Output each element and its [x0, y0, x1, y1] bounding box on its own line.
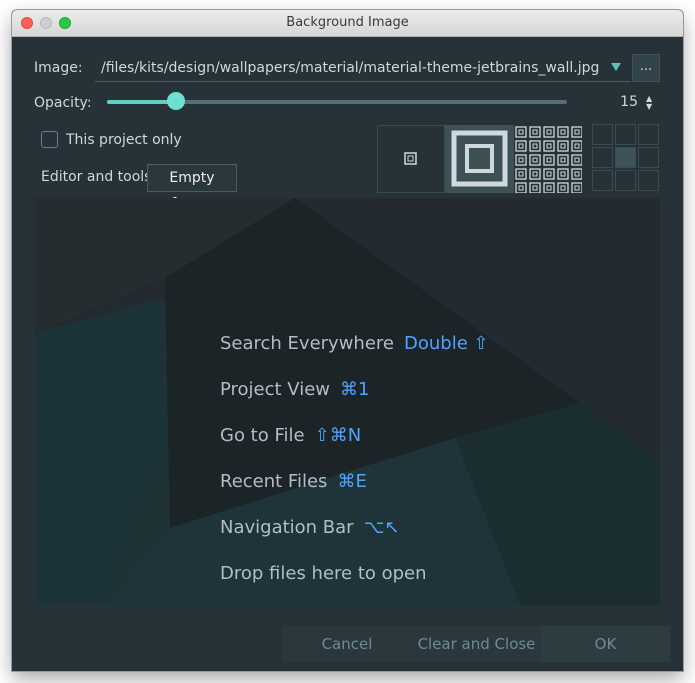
window-title: Background Image [286, 15, 409, 30]
opacity-slider[interactable] [107, 92, 567, 110]
anchor-top-center[interactable] [615, 124, 636, 145]
opacity-slider-thumb[interactable] [167, 92, 185, 110]
navigation-bar-hint: Navigation Bar ⌥↖ [220, 517, 399, 538]
fill-center-option[interactable] [377, 125, 445, 193]
hint-label: Project View [220, 379, 331, 400]
anchor-bottom-right[interactable] [638, 170, 659, 191]
opacity-slider-fill [107, 100, 176, 104]
spinner-down-icon[interactable]: ▼ [646, 103, 652, 111]
hint-shortcut: ⌘E [337, 471, 367, 492]
wallpaper-image [35, 198, 660, 605]
anchor-top-left[interactable] [592, 124, 613, 145]
anchor-top-right[interactable] [638, 124, 659, 145]
image-label: Image: [34, 60, 83, 76]
anchor-bottom-center[interactable] [615, 170, 636, 191]
browse-button[interactable]: ... [632, 54, 660, 82]
go-to-file-hint: Go to File ⇧⌘N [220, 425, 361, 446]
this-project-only-label: This project only [66, 132, 182, 148]
project-view-hint: Project View ⌘1 [220, 379, 369, 400]
hint-label: Search Everywhere [220, 333, 394, 354]
this-project-only-checkbox[interactable] [41, 131, 58, 148]
hint-shortcut: Double ⇧ [404, 333, 489, 354]
anchor-middle-right[interactable] [638, 147, 659, 168]
opacity-label: Opacity: [34, 95, 92, 111]
image-path-value: /files/kits/design/wallpapers/material/m… [101, 60, 600, 76]
ok-button[interactable]: OK [541, 626, 670, 662]
anchor-center[interactable] [615, 147, 636, 168]
hint-label: Drop files here to open [220, 563, 427, 584]
hint-label: Go to File [220, 425, 305, 446]
title-bar: Background Image [12, 10, 683, 37]
cancel-button[interactable]: Cancel [282, 626, 412, 662]
hint-label: Navigation Bar [220, 517, 354, 538]
drop-files-hint: Drop files here to open [220, 563, 427, 584]
hint-label: Recent Files [220, 471, 328, 492]
fill-tile-option[interactable] [514, 125, 582, 193]
editor-and-tools-tab[interactable]: Editor and tools [41, 169, 151, 185]
hint-shortcut: ⇧⌘N [314, 425, 362, 446]
image-path-combobox[interactable]: /files/kits/design/wallpapers/material/m… [95, 56, 631, 82]
clear-and-close-button[interactable]: Clear and Close [412, 626, 541, 662]
anchor-position-grid [592, 124, 661, 193]
fill-scale-option[interactable] [445, 125, 514, 193]
opacity-spinner[interactable]: ▲ ▼ [646, 95, 652, 111]
tile-fill-icon [514, 125, 582, 193]
recent-files-hint: Recent Files ⌘E [220, 471, 367, 492]
opacity-value[interactable]: 15 [612, 94, 638, 110]
anchor-bottom-left[interactable] [592, 170, 613, 191]
center-fill-icon [404, 152, 417, 165]
dropdown-arrow-icon[interactable] [611, 63, 621, 71]
dialog-buttons: Cancel Clear and Close OK [282, 626, 670, 662]
empty-frame-tab[interactable]: Empty frame [147, 164, 237, 212]
background-preview: Search Everywhere Double ⇧ Project View ⌘1… [35, 198, 660, 605]
anchor-middle-left[interactable] [592, 147, 613, 168]
search-everywhere-hint: Search Everywhere Double ⇧ [220, 333, 489, 354]
scale-fill-icon [451, 130, 508, 187]
hint-shortcut: ⌘1 [340, 379, 370, 400]
background-image-dialog: Background Image Image: /files/kits/desi… [12, 10, 683, 671]
hint-shortcut: ⌥↖ [363, 517, 400, 538]
